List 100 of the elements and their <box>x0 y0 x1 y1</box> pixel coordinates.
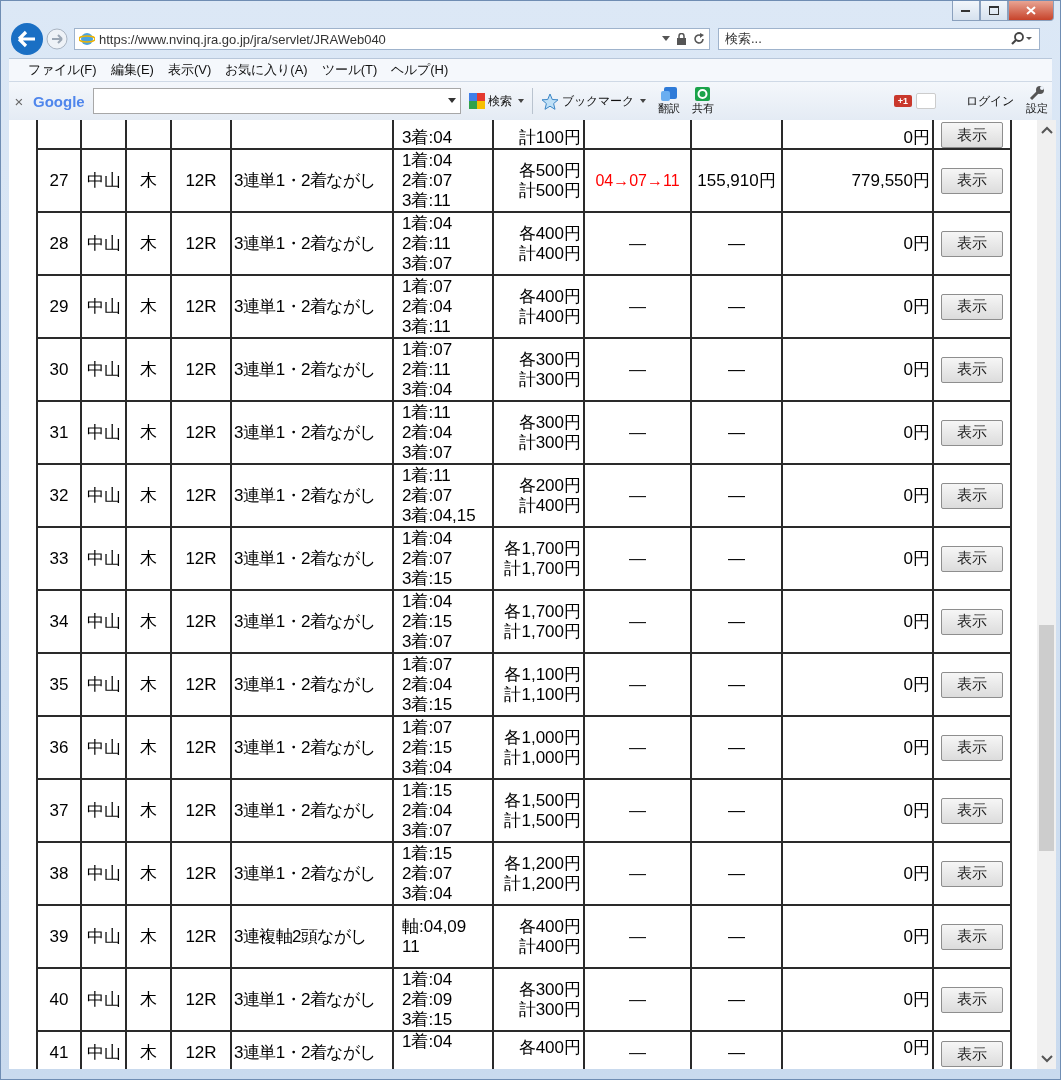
table-cell-text: 1着:15 <box>402 844 454 864</box>
table-cell: 0円 <box>903 800 930 820</box>
close-icon <box>1026 6 1036 15</box>
menu-item[interactable]: 表示(V) <box>167 61 212 79</box>
table-cell: — <box>629 485 646 505</box>
menu-item[interactable]: ヘルプ(H) <box>391 61 449 79</box>
back-button[interactable] <box>10 22 44 56</box>
scrollbar[interactable] <box>1037 120 1056 1069</box>
close-toolbar-button[interactable]: × <box>9 92 29 110</box>
show-button[interactable]: 表示 <box>941 860 1003 887</box>
table-cell: 木 <box>140 737 157 757</box>
table-cell: 28 <box>49 233 69 253</box>
toolbar-search-field[interactable] <box>92 88 461 114</box>
close-button[interactable] <box>1008 1 1054 21</box>
table-cell: 中山 <box>86 170 121 190</box>
table-cell: 0円 <box>903 926 930 946</box>
show-button[interactable]: 表示 <box>941 482 1003 509</box>
show-button[interactable]: 表示 <box>941 167 1003 194</box>
table-cell: 0円 <box>903 422 930 442</box>
lock-icon <box>676 33 687 45</box>
table-cell: 中山 <box>86 863 121 883</box>
table-cell-text: 各400円 <box>517 286 581 307</box>
globe-icon <box>79 31 95 47</box>
table-cell-text: 1着:11 <box>402 466 452 486</box>
maximize-button[interactable] <box>980 1 1008 21</box>
table-cell-text: 計1,100円 <box>503 684 581 705</box>
table-cell-text: 計300円 <box>517 369 581 390</box>
table-cell: 30 <box>49 359 69 379</box>
table-cell: 12R <box>185 989 217 1009</box>
show-button[interactable]: 表示 <box>941 797 1003 824</box>
table-cell: 木 <box>140 170 157 190</box>
show-button[interactable]: 表示 <box>941 671 1003 698</box>
plus-one-button[interactable]: +1 <box>893 95 912 107</box>
table-cell: — <box>728 485 745 505</box>
search-field[interactable]: 検索... <box>718 28 1040 50</box>
table-cell-text: 各400円 <box>517 1038 581 1058</box>
table-cell-text: 計500円 <box>517 180 581 201</box>
table-cell: 木 <box>140 674 157 694</box>
minimize-button[interactable] <box>952 1 980 21</box>
table-cell-text: 2着:09 <box>402 989 454 1010</box>
table-cell: 中山 <box>86 989 121 1009</box>
table-cell: — <box>728 1043 745 1062</box>
table-cell: — <box>728 674 745 694</box>
table-cell: 12R <box>185 611 217 631</box>
settings-button[interactable]: 設定 <box>1022 86 1052 116</box>
table-cell: — <box>728 359 745 379</box>
login-link[interactable]: ログイン <box>966 92 1014 110</box>
scrollbar-thumb[interactable] <box>1039 625 1054 851</box>
table-cell: 3連単1・2着ながし <box>234 674 376 694</box>
dropdown-icon <box>662 36 670 42</box>
table-cell: 12R <box>185 800 217 820</box>
show-button[interactable]: 表示 <box>941 986 1003 1013</box>
menu-item[interactable]: お気に入り(A) <box>225 61 308 79</box>
table-cell-text: 11 <box>402 936 421 957</box>
menu-item[interactable]: ファイル(F) <box>28 61 97 79</box>
table-cell-text: 3着:11 <box>402 316 452 336</box>
toolbar-search-button[interactable]: 検索 <box>464 92 528 110</box>
menu-item[interactable]: ツール(T) <box>321 61 378 79</box>
table-cell-text: 2着:07 <box>402 485 454 506</box>
table-cell-text: 計400円 <box>517 306 581 327</box>
table-cell: — <box>728 926 745 946</box>
show-button[interactable]: 表示 <box>941 293 1003 320</box>
show-button[interactable]: 表示 <box>941 356 1003 383</box>
show-button[interactable]: 表示 <box>941 545 1003 572</box>
show-button[interactable]: 表示 <box>941 419 1003 446</box>
table-cell: — <box>629 1043 646 1062</box>
translate-button[interactable]: 翻訳 <box>653 86 684 116</box>
table-cell-text: 2着:11 <box>402 359 452 380</box>
table-cell: 12R <box>185 422 217 442</box>
table-cell-text: 2着:15 <box>402 611 454 632</box>
table-cell-text: 各1,000円 <box>503 727 581 748</box>
table-cell: 木 <box>140 296 157 316</box>
wrench-icon <box>1029 86 1045 101</box>
table-cell: 中山 <box>86 926 121 946</box>
table-cell: 3連単1・2着ながし <box>234 1043 376 1062</box>
table-cell: — <box>629 296 646 316</box>
table-cell: 中山 <box>86 1043 121 1062</box>
table-cell: — <box>629 674 646 694</box>
menu-item[interactable]: 編集(E) <box>110 61 154 79</box>
show-button[interactable]: 表示 <box>941 608 1003 635</box>
table-cell: 木 <box>140 548 157 568</box>
table-cell: 中山 <box>86 485 121 505</box>
show-button[interactable]: 表示 <box>941 923 1003 950</box>
table-cell-text: 各1,700円 <box>503 538 581 559</box>
table-cell-text: 3着:07 <box>402 442 454 462</box>
table-cell: — <box>728 800 745 820</box>
show-button[interactable]: 表示 <box>941 1041 1003 1067</box>
bookmark-button[interactable]: ブックマーク <box>536 92 650 110</box>
show-button[interactable]: 表示 <box>941 122 1003 147</box>
table-cell-text: 1着:07 <box>402 277 454 297</box>
table-cell: 3連単1・2着ながし <box>234 485 376 505</box>
share-button[interactable]: 共有 <box>687 86 718 116</box>
show-button[interactable]: 表示 <box>941 230 1003 257</box>
star-icon <box>540 92 559 110</box>
table-cell: 12R <box>185 548 217 568</box>
table-cell-text: 1着:07 <box>402 655 454 675</box>
table-cell-text: 各400円 <box>517 223 581 244</box>
show-button[interactable]: 表示 <box>941 734 1003 761</box>
address-field[interactable]: https://www.nvinq.jra.go.jp/jra/servlet/JRAWeb040 <box>74 28 710 50</box>
table-cell: 木 <box>140 359 157 379</box>
